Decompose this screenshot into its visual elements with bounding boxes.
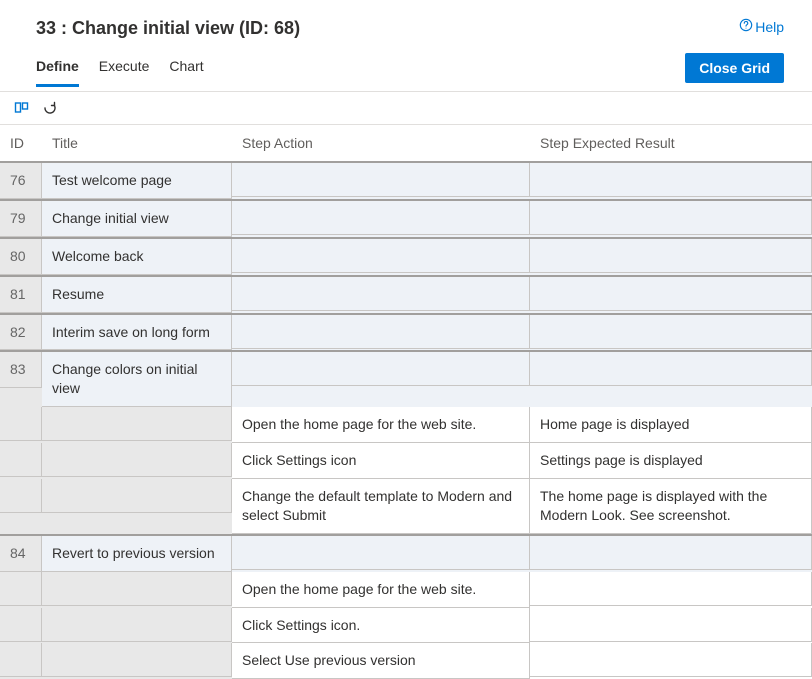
col-id[interactable]: ID	[0, 125, 42, 162]
table-row[interactable]: Click Settings iconSettings page is disp…	[0, 443, 812, 479]
cell-expected[interactable]	[530, 239, 812, 273]
help-icon	[739, 18, 753, 35]
cell-id[interactable]	[0, 572, 42, 606]
cell-action[interactable]: Open the home page for the web site.	[232, 407, 530, 443]
table-row[interactable]: Select Use previous version	[0, 643, 812, 679]
cell-title[interactable]: Welcome back	[42, 239, 232, 275]
cell-action[interactable]	[232, 536, 530, 570]
col-title[interactable]: Title	[42, 125, 232, 162]
cell-title[interactable]	[42, 643, 232, 677]
cell-action[interactable]: Select Use previous version	[232, 643, 530, 679]
cell-expected[interactable]: Home page is displayed	[530, 407, 812, 443]
cell-expected[interactable]	[530, 201, 812, 235]
table-row[interactable]: 84Revert to previous version	[0, 535, 812, 572]
refresh-icon[interactable]	[42, 100, 58, 116]
cell-expected[interactable]	[530, 352, 812, 386]
cell-id[interactable]	[0, 443, 42, 477]
cell-id[interactable]: 84	[0, 536, 42, 572]
cell-id[interactable]	[0, 608, 42, 642]
cell-action[interactable]	[232, 201, 530, 235]
cell-title[interactable]: Resume	[42, 277, 232, 313]
cell-action[interactable]	[232, 352, 530, 386]
cell-id[interactable]	[0, 407, 42, 441]
help-link[interactable]: Help	[739, 18, 784, 35]
table-row[interactable]: Change the default template to Modern an…	[0, 479, 812, 535]
cell-title[interactable]	[42, 608, 232, 642]
cell-title[interactable]: Revert to previous version	[42, 536, 232, 572]
cell-title[interactable]	[42, 407, 232, 441]
cell-title[interactable]	[42, 479, 232, 513]
cell-title[interactable]: Test welcome page	[42, 163, 232, 199]
table-row[interactable]: Open the home page for the web site.	[0, 572, 812, 608]
cell-id[interactable]	[0, 479, 42, 513]
cell-id[interactable]	[0, 643, 42, 677]
cell-action[interactable]	[232, 163, 530, 197]
table-row[interactable]: 82Interim save on long form	[0, 314, 812, 352]
tab-execute[interactable]: Execute	[99, 58, 150, 87]
cell-expected[interactable]	[530, 643, 812, 677]
table-row[interactable]: 79Change initial view	[0, 200, 812, 238]
grid-table: ID Title Step Action Step Expected Resul…	[0, 125, 812, 679]
table-row[interactable]: 81Resume	[0, 276, 812, 314]
help-label: Help	[755, 19, 784, 35]
table-row[interactable]: 83Change colors on initial view	[0, 351, 812, 407]
cell-id[interactable]: 82	[0, 315, 42, 351]
column-options-icon[interactable]	[14, 100, 30, 116]
cell-expected[interactable]	[530, 163, 812, 197]
cell-action[interactable]: Change the default template to Modern an…	[232, 479, 530, 534]
cell-title[interactable]: Change initial view	[42, 201, 232, 237]
cell-title[interactable]: Change colors on initial view	[42, 352, 232, 407]
cell-title[interactable]	[42, 572, 232, 606]
cell-id[interactable]: 79	[0, 201, 42, 237]
col-expected[interactable]: Step Expected Result	[530, 125, 812, 162]
cell-expected[interactable]	[530, 608, 812, 642]
cell-expected[interactable]	[530, 536, 812, 570]
cell-action[interactable]: Open the home page for the web site.	[232, 572, 530, 608]
cell-id[interactable]: 83	[0, 352, 42, 388]
cell-action[interactable]	[232, 239, 530, 273]
cell-id[interactable]: 81	[0, 277, 42, 313]
cell-id[interactable]: 80	[0, 239, 42, 275]
table-row[interactable]: 76Test welcome page	[0, 162, 812, 200]
table-row[interactable]: Click Settings icon.	[0, 608, 812, 644]
col-action[interactable]: Step Action	[232, 125, 530, 162]
cell-id[interactable]: 76	[0, 163, 42, 199]
page-title: 33 : Change initial view (ID: 68)	[36, 18, 300, 39]
cell-title[interactable]	[42, 443, 232, 477]
tab-list: Define Execute Chart	[36, 58, 204, 86]
tab-chart[interactable]: Chart	[169, 58, 203, 87]
tab-define[interactable]: Define	[36, 58, 79, 87]
cell-expected[interactable]	[530, 277, 812, 311]
cell-title[interactable]: Interim save on long form	[42, 315, 232, 351]
close-grid-button[interactable]: Close Grid	[685, 53, 784, 83]
cell-action[interactable]: Click Settings icon.	[232, 608, 530, 644]
toolbar	[0, 92, 812, 125]
cell-expected[interactable]: The home page is displayed with the Mode…	[530, 479, 812, 534]
table-row[interactable]: 80Welcome back	[0, 238, 812, 276]
cell-expected[interactable]: Settings page is displayed	[530, 443, 812, 479]
cell-expected[interactable]	[530, 315, 812, 349]
cell-expected[interactable]	[530, 572, 812, 606]
cell-action[interactable]	[232, 315, 530, 349]
cell-action[interactable]	[232, 277, 530, 311]
table-row[interactable]: Open the home page for the web site.Home…	[0, 407, 812, 443]
cell-action[interactable]: Click Settings icon	[232, 443, 530, 479]
